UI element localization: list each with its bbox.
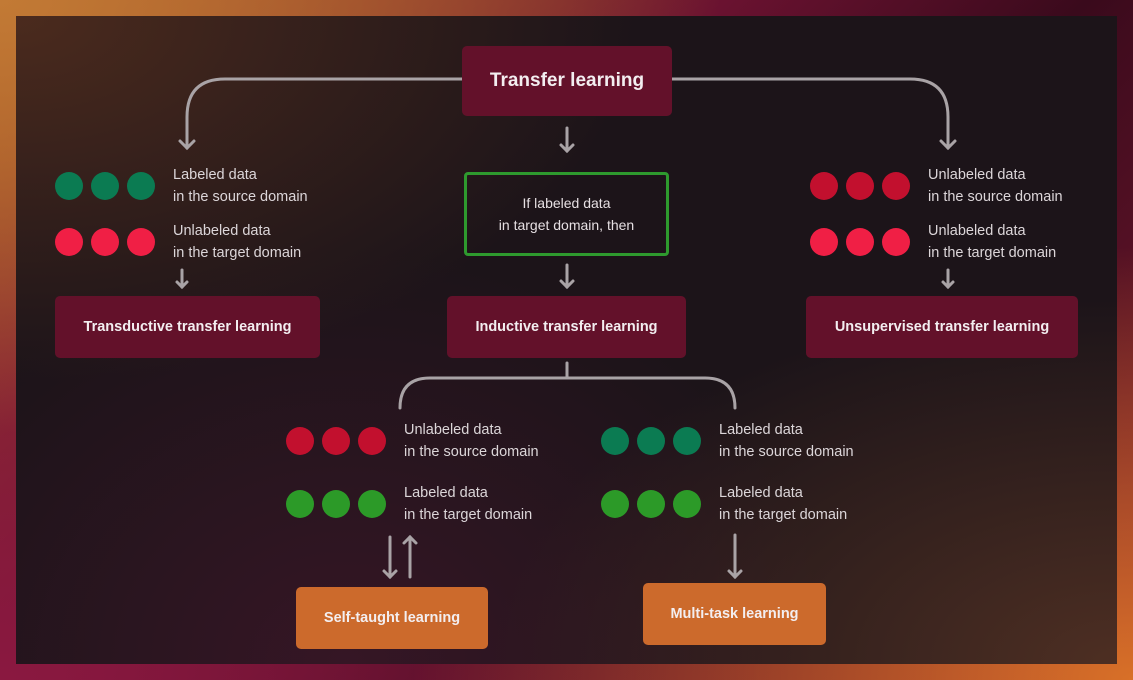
data-dot — [127, 228, 155, 256]
dots-labeled-target — [601, 490, 701, 518]
data-dot — [322, 490, 350, 518]
label-line: in the source domain — [719, 444, 854, 460]
root-label: Transfer learning — [489, 70, 645, 91]
label-self-taught-row2: Labeled data in the target domain — [404, 482, 532, 526]
data-dot — [846, 172, 874, 200]
data-dot — [601, 490, 629, 518]
data-dot — [673, 427, 701, 455]
data-dot — [286, 490, 314, 518]
label-line: Labeled data — [719, 485, 803, 501]
label-line: Unlabeled data — [928, 167, 1026, 183]
node-inductive-transfer-learning: Inductive transfer learning — [447, 296, 686, 358]
condition-line1: If labeled data — [522, 195, 611, 211]
node-label: Transductive transfer learning — [83, 319, 292, 335]
label-line: in the source domain — [928, 189, 1063, 205]
label-line: in the source domain — [173, 189, 308, 205]
data-dot — [127, 172, 155, 200]
data-dot — [637, 490, 665, 518]
data-dot — [55, 172, 83, 200]
dots-labeled-target — [286, 490, 386, 518]
data-dot — [637, 427, 665, 455]
node-label: Unsupervised transfer learning — [834, 319, 1050, 335]
condition-node: If labeled data in target domain, then — [464, 172, 669, 256]
label-line: in the source domain — [404, 444, 539, 460]
label-multi-task-row2: Labeled data in the target domain — [719, 482, 847, 526]
label-line: Labeled data — [404, 485, 488, 501]
label-line: Unlabeled data — [404, 422, 502, 438]
label-transductive-row2: Unlabeled data in the target domain — [173, 220, 301, 264]
data-dot — [810, 172, 838, 200]
connector-root-right — [670, 77, 950, 150]
label-line: Unlabeled data — [173, 223, 271, 239]
data-dot — [322, 427, 350, 455]
label-line: Unlabeled data — [928, 223, 1026, 239]
label-unsupervised-row1: Unlabeled data in the source domain — [928, 164, 1063, 208]
label-line: in the target domain — [719, 507, 848, 523]
root-node-transfer-learning: Transfer learning — [462, 46, 672, 116]
dots-unlabeled-target — [810, 228, 910, 256]
data-dot — [882, 228, 910, 256]
data-dot — [601, 427, 629, 455]
label-self-taught-row1: Unlabeled data in the source domain — [404, 419, 539, 463]
label-line: in the target domain — [173, 245, 302, 261]
node-label: Multi-task learning — [670, 606, 799, 622]
label-line: Labeled data — [719, 422, 803, 438]
data-dot — [882, 172, 910, 200]
dots-labeled-source — [55, 172, 155, 200]
data-dot — [673, 490, 701, 518]
data-dot — [358, 427, 386, 455]
dots-unlabeled-source — [286, 427, 386, 455]
condition-line2: in target domain, then — [498, 217, 635, 233]
label-multi-task-row1: Labeled data in the source domain — [719, 419, 854, 463]
node-label: Self-taught learning — [323, 610, 461, 626]
dots-unlabeled-target — [55, 228, 155, 256]
data-dot — [286, 427, 314, 455]
label-line: in the target domain — [404, 507, 533, 523]
data-dot — [55, 228, 83, 256]
label-unsupervised-row2: Unlabeled data in the target domain — [928, 220, 1056, 264]
dots-labeled-source — [601, 427, 701, 455]
connector-inductive-bracket — [398, 376, 737, 410]
node-unsupervised-transfer-learning: Unsupervised transfer learning — [806, 296, 1078, 358]
label-transductive-row1: Labeled data in the source domain — [173, 164, 308, 208]
dots-unlabeled-source — [810, 172, 910, 200]
data-dot — [91, 172, 119, 200]
label-line: Labeled data — [173, 167, 257, 183]
node-self-taught-learning: Self-taught learning — [296, 587, 488, 649]
node-transductive-transfer-learning: Transductive transfer learning — [55, 296, 320, 358]
data-dot — [91, 228, 119, 256]
data-dot — [810, 228, 838, 256]
node-multi-task-learning: Multi-task learning — [643, 583, 826, 645]
label-line: in the target domain — [928, 245, 1057, 261]
data-dot — [358, 490, 386, 518]
connector-root-left — [185, 77, 464, 150]
data-dot — [846, 228, 874, 256]
node-label: Inductive transfer learning — [475, 319, 658, 335]
